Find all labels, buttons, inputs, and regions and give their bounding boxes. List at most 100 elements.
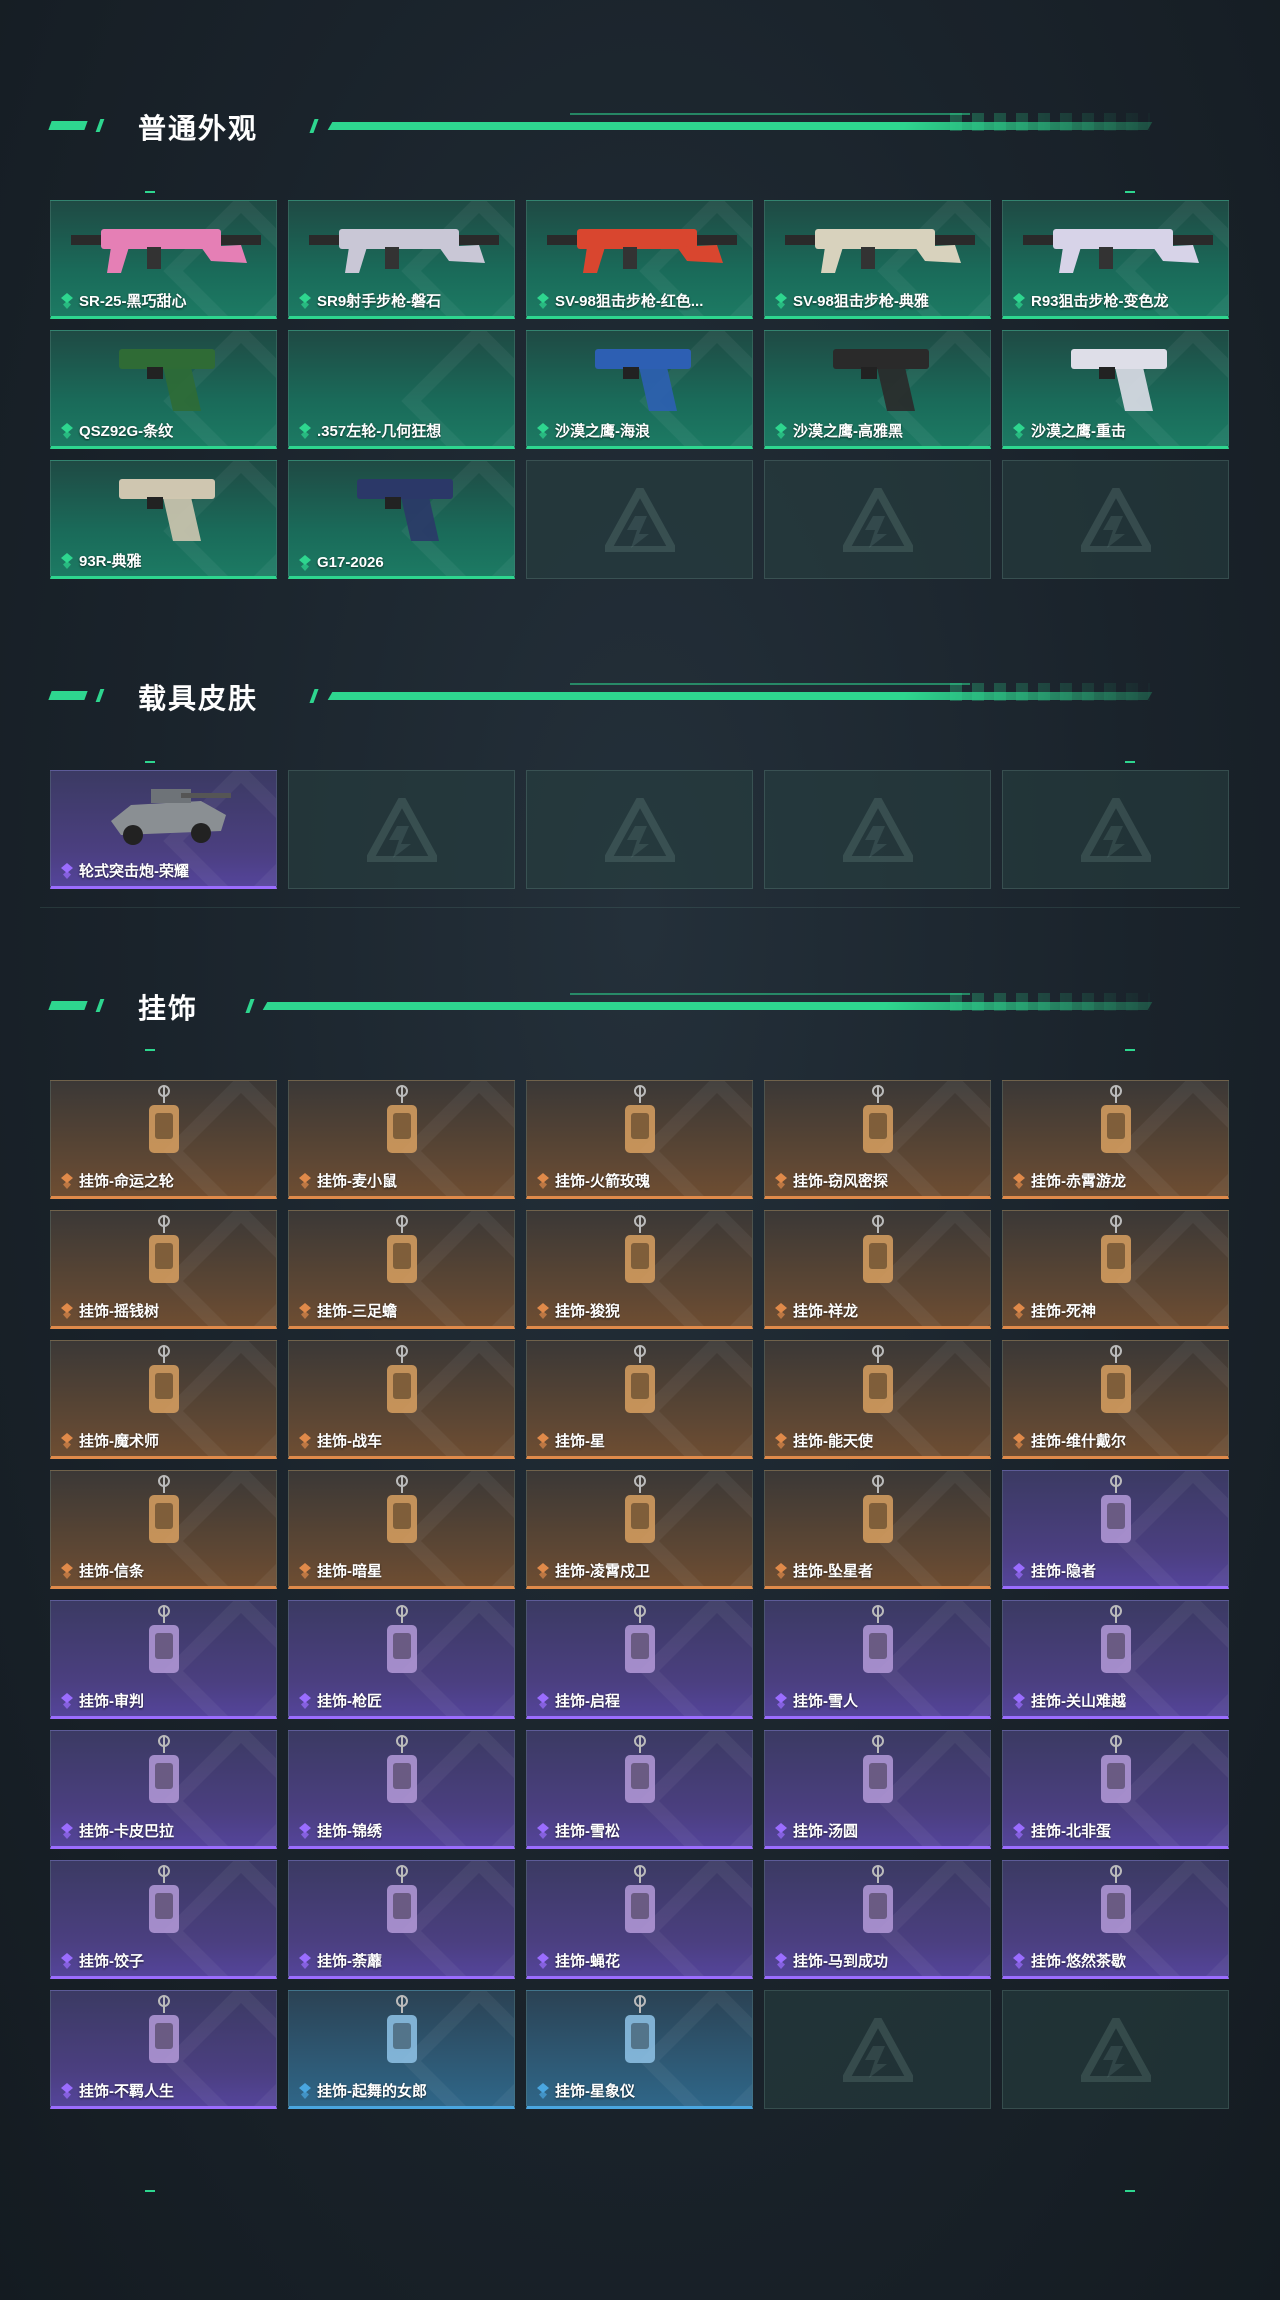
weapon-skin-card[interactable]: SR9射手步枪-磐石 <box>288 200 515 319</box>
rarity-diamond-icon <box>61 1562 73 1579</box>
charm-card[interactable]: 挂饰-悠然茶歇 <box>1002 1860 1229 1979</box>
item-label: 93R-典雅 <box>61 550 142 571</box>
rarity-diamond-icon <box>775 1952 787 1969</box>
weapon-skin-card[interactable]: 沙漠之鹰-高雅黑 <box>764 330 991 449</box>
item-name: 挂饰-能天使 <box>793 1433 873 1450</box>
rarity-diamond-icon <box>775 292 787 309</box>
weapon-skin-card[interactable]: 93R-典雅 <box>50 460 277 579</box>
rarity-diamond-icon <box>537 1302 549 1319</box>
item-label: SR-25-黑巧甜心 <box>61 290 187 311</box>
corner-mark <box>1125 2190 1135 2192</box>
charm-card[interactable]: 挂饰-窃风密探 <box>764 1080 991 1199</box>
charm-card[interactable]: 挂饰-审判 <box>50 1600 277 1719</box>
placeholder-logo-icon <box>842 797 913 862</box>
rarity-diamond-icon <box>775 1302 787 1319</box>
weapon-skin-card[interactable]: .357左轮-几何狂想 <box>288 330 515 449</box>
charm-card[interactable]: 挂饰-雪松 <box>526 1730 753 1849</box>
charm-card[interactable]: 挂饰-关山难越 <box>1002 1600 1229 1719</box>
charm-card[interactable]: 挂饰-荼蘼 <box>288 1860 515 1979</box>
rarity-diamond-icon <box>299 292 311 309</box>
charm-card[interactable]: 挂饰-卡皮巴拉 <box>50 1730 277 1849</box>
rarity-diamond-icon <box>537 422 549 439</box>
charm-card[interactable]: 挂饰-维什戴尔 <box>1002 1340 1229 1459</box>
item-name: 挂饰-卡皮巴拉 <box>79 1823 174 1840</box>
charm-card[interactable]: 挂饰-摇钱树 <box>50 1210 277 1329</box>
item-name: 挂饰-赤霄游龙 <box>1031 1173 1126 1190</box>
rarity-diamond-icon <box>1013 1692 1025 1709</box>
charm-card[interactable]: 挂饰-星 <box>526 1340 753 1459</box>
sniper-white-icon <box>1003 201 1228 289</box>
charm-card[interactable]: 挂饰-枪匠 <box>288 1600 515 1719</box>
weapon-skin-card[interactable]: 沙漠之鹰-重击 <box>1002 330 1229 449</box>
charm-card[interactable]: 挂饰-信条 <box>50 1470 277 1589</box>
charm-card[interactable]: 挂饰-麦小鼠 <box>288 1080 515 1199</box>
figure-charm-icon <box>527 1081 752 1169</box>
charm-card[interactable]: 挂饰-蝇花 <box>526 1860 753 1979</box>
charm-card[interactable]: 挂饰-起舞的女郎 <box>288 1990 515 2109</box>
placeholder-logo-icon <box>1080 797 1151 862</box>
tree-charm-icon <box>527 1731 752 1819</box>
charm-card[interactable]: 挂饰-凌霄戍卫 <box>526 1470 753 1589</box>
charm-card[interactable]: 挂饰-不羁人生 <box>50 1990 277 2109</box>
section-title: 载具皮肤 <box>138 683 259 714</box>
charm-card[interactable]: 挂饰-星象仪 <box>526 1990 753 2109</box>
charm-card[interactable]: 挂饰-狻猊 <box>526 1210 753 1329</box>
charm-card[interactable]: 挂饰-启程 <box>526 1600 753 1719</box>
bird-charm-icon <box>289 1471 514 1559</box>
item-label: SV-98狙击步枪-红色... <box>537 290 703 311</box>
charm-card[interactable]: 挂饰-死神 <box>1002 1210 1229 1329</box>
butterfly-charm-icon <box>289 1731 514 1819</box>
header-divider <box>245 999 255 1013</box>
charm-card[interactable]: 挂饰-战车 <box>288 1340 515 1459</box>
charm-card[interactable]: 挂饰-隐者 <box>1002 1470 1229 1589</box>
weapon-skin-card[interactable]: QSZ92G-条纹 <box>50 330 277 449</box>
rarity-diamond-icon <box>775 1172 787 1189</box>
item-name: 挂饰-命运之轮 <box>79 1173 174 1190</box>
rarity-diamond-icon <box>1013 1952 1025 1969</box>
charm-card[interactable]: 挂饰-汤圆 <box>764 1730 991 1849</box>
pistol-white-icon <box>1003 331 1228 419</box>
charm-card[interactable]: 挂饰-火箭玫瑰 <box>526 1080 753 1199</box>
charm-card[interactable]: 挂饰-北非蛋 <box>1002 1730 1229 1849</box>
weapon-skin-card[interactable]: G17-2026 <box>288 460 515 579</box>
weapon-skin-card[interactable]: 沙漠之鹰-海浪 <box>526 330 753 449</box>
item-label: 挂饰-卡皮巴拉 <box>61 1820 174 1841</box>
rarity-diamond-icon <box>61 862 73 879</box>
pistol-blue-icon <box>527 331 752 419</box>
vehicle-skin-card[interactable]: 轮式突击炮-荣耀 <box>50 770 277 889</box>
pistol-beige-icon <box>51 461 276 549</box>
item-label: 挂饰-命运之轮 <box>61 1170 174 1191</box>
charm-card[interactable]: 挂饰-祥龙 <box>764 1210 991 1329</box>
weapon-skin-card[interactable]: SR-25-黑巧甜心 <box>50 200 277 319</box>
vehicle-skin-grid: 轮式突击炮-荣耀 <box>50 770 1230 889</box>
weapon-skin-card[interactable]: R93狙击步枪-变色龙 <box>1002 200 1229 319</box>
item-name: 挂饰-窃风密探 <box>793 1173 888 1190</box>
empty-slot <box>764 460 991 579</box>
dish-charm-icon <box>1003 1731 1228 1819</box>
charm-card[interactable]: 挂饰-命运之轮 <box>50 1080 277 1199</box>
weapon-skin-card[interactable]: SV-98狙击步枪-典雅 <box>764 200 991 319</box>
item-label: 挂饰-窃风密探 <box>775 1170 888 1191</box>
item-label: 挂饰-审判 <box>61 1690 144 1711</box>
item-label: 挂饰-赤霄游龙 <box>1013 1170 1126 1191</box>
charm-card[interactable]: 挂饰-马到成功 <box>764 1860 991 1979</box>
flower-charm-icon <box>289 1861 514 1949</box>
charm-card[interactable]: 挂饰-雪人 <box>764 1600 991 1719</box>
section-title: 挂饰 <box>138 993 199 1024</box>
item-label: 沙漠之鹰-高雅黑 <box>775 420 903 441</box>
charm-card[interactable]: 挂饰-三足蟾 <box>288 1210 515 1329</box>
item-label: .357左轮-几何狂想 <box>299 420 441 441</box>
charm-card[interactable]: 挂饰-能天使 <box>764 1340 991 1459</box>
charm-card[interactable]: 挂饰-赤霄游龙 <box>1002 1080 1229 1199</box>
charm-card[interactable]: 挂饰-魔术师 <box>50 1340 277 1459</box>
charm-card[interactable]: 挂饰-锦绣 <box>288 1730 515 1849</box>
charm-card[interactable]: 挂饰-暗星 <box>288 1470 515 1589</box>
mouse-charm-icon <box>289 1081 514 1169</box>
rarity-diamond-icon <box>299 1952 311 1969</box>
charm-card[interactable]: 挂饰-坠星者 <box>764 1470 991 1589</box>
weapon-skin-card[interactable]: SV-98狙击步枪-红色... <box>526 200 753 319</box>
dragon-charm-icon <box>765 1211 990 1299</box>
charm-card[interactable]: 挂饰-饺子 <box>50 1860 277 1979</box>
dancer-charm-icon <box>289 1991 514 2079</box>
rarity-diamond-icon <box>61 1302 73 1319</box>
